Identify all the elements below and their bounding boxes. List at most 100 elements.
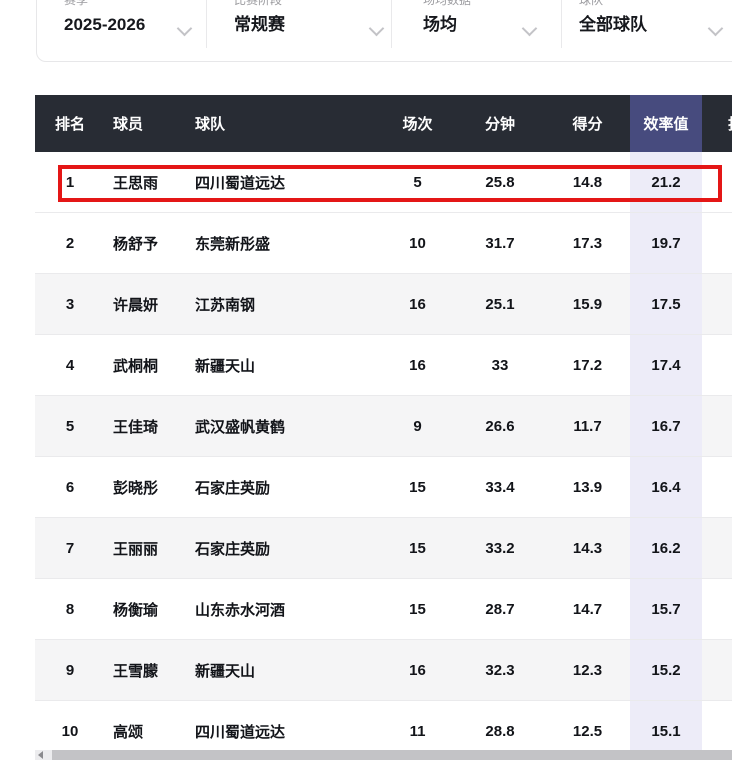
filter-divider bbox=[206, 0, 207, 48]
cell-efficiency: 16.2 bbox=[630, 517, 702, 579]
header-next-clipped[interactable]: 投篮 bbox=[702, 95, 732, 152]
cell-team: 四川蜀道远达 bbox=[190, 700, 380, 752]
table-row[interactable]: 8 杨衡瑜 山东赤水河酒 15 28.7 14.7 15.7 bbox=[35, 578, 732, 640]
stage-select[interactable]: 比赛阶段 常规赛 bbox=[234, 0, 385, 45]
cell-filler bbox=[702, 639, 732, 701]
header-minutes[interactable]: 分钟 bbox=[455, 95, 545, 152]
cell-rank: 6 bbox=[35, 456, 105, 518]
table-row[interactable]: 10 高颂 四川蜀道远达 11 28.8 12.5 15.1 bbox=[35, 700, 732, 752]
cell-points: 12.3 bbox=[545, 639, 630, 701]
cell-filler bbox=[702, 152, 732, 213]
cell-rank: 5 bbox=[35, 395, 105, 457]
cell-games: 11 bbox=[380, 700, 455, 752]
team-label: 球队 bbox=[579, 0, 604, 7]
cell-efficiency: 15.1 bbox=[630, 700, 702, 752]
cell-games: 10 bbox=[380, 212, 455, 274]
cell-rank: 8 bbox=[35, 578, 105, 640]
cell-filler bbox=[702, 395, 732, 457]
scroll-left-arrow-icon[interactable] bbox=[38, 751, 43, 759]
cell-filler bbox=[702, 700, 732, 752]
cell-points: 17.3 bbox=[545, 212, 630, 274]
table-row[interactable]: 5 王佳琦 武汉盛帆黄鹤 9 26.6 11.7 16.7 bbox=[35, 395, 732, 457]
cell-player: 王雪朦 bbox=[105, 639, 190, 701]
cell-minutes: 33.2 bbox=[455, 517, 545, 579]
cell-games: 16 bbox=[380, 639, 455, 701]
season-value: 2025-2026 bbox=[64, 15, 146, 34]
table-body: 1 王思雨 四川蜀道远达 5 25.8 14.8 21.2 2 杨舒予 东莞新彤盛 10 31.7 17… bbox=[35, 152, 732, 752]
header-games[interactable]: 场次 bbox=[380, 95, 455, 152]
cell-minutes: 25.8 bbox=[485, 173, 515, 191]
header-team[interactable]: 球队 bbox=[190, 95, 380, 152]
cell-efficiency: 16.7 bbox=[630, 395, 702, 457]
cell-points: 13.9 bbox=[545, 456, 630, 518]
player-stats-table: 排名 球员 球队 场次 分钟 得分 效率值 投篮 1王思雨四川蜀道远达525.8… bbox=[35, 95, 732, 752]
stat-mode-label: 场均数据 bbox=[423, 0, 472, 7]
cell-efficiency: 17.4 bbox=[630, 334, 702, 396]
cell-team: 新疆天山 bbox=[190, 334, 380, 396]
cell-games: 15 bbox=[380, 517, 455, 579]
cell-efficiency: 21.2 bbox=[630, 152, 702, 213]
cell-points: 12.5 bbox=[545, 700, 630, 752]
cell-minutes: 33 bbox=[455, 334, 545, 396]
cell-player: 高颂 bbox=[105, 700, 190, 752]
cell-efficiency: 15.2 bbox=[630, 639, 702, 701]
cell-player: 武桐桐 bbox=[105, 334, 190, 396]
filter-divider bbox=[561, 0, 562, 48]
horizontal-scrollbar[interactable] bbox=[35, 750, 732, 760]
season-select[interactable]: 赛季 2025-2026 bbox=[64, 0, 193, 45]
table-row[interactable]: 7 王丽丽 石家庄英励 15 33.2 14.3 16.2 bbox=[35, 517, 732, 579]
header-rank[interactable]: 排名 bbox=[35, 95, 105, 152]
header-efficiency[interactable]: 效率值 bbox=[630, 95, 702, 152]
cell-player: 杨衡瑜 bbox=[105, 578, 190, 640]
team-select[interactable]: 球队 全部球队 bbox=[579, 0, 724, 45]
cell-player: 王丽丽 bbox=[105, 517, 190, 579]
cell-filler bbox=[702, 456, 732, 518]
cell-efficiency: 19.7 bbox=[630, 212, 702, 274]
table-row[interactable]: 4 武桐桐 新疆天山 16 33 17.2 17.4 bbox=[35, 334, 732, 396]
team-value: 全部球队 bbox=[579, 15, 647, 34]
scrollbar-thumb[interactable] bbox=[52, 750, 732, 760]
table-row[interactable]: 2 杨舒予 东莞新彤盛 10 31.7 17.3 19.7 bbox=[35, 212, 732, 274]
cell-points: 14.7 bbox=[545, 578, 630, 640]
cell-efficiency: 16.4 bbox=[630, 456, 702, 518]
filter-divider bbox=[391, 0, 392, 48]
cell-team: 江苏南钢 bbox=[190, 273, 380, 335]
cell-rank: 10 bbox=[35, 700, 105, 752]
cell-points: 17.2 bbox=[545, 334, 630, 396]
table-row[interactable]: 1 王思雨 四川蜀道远达 5 25.8 14.8 21.2 bbox=[35, 152, 732, 213]
table-row[interactable]: 9 王雪朦 新疆天山 16 32.3 12.3 15.2 bbox=[35, 639, 732, 701]
cell-team: 山东赤水河酒 bbox=[190, 578, 380, 640]
cell-team: 四川蜀道远达 bbox=[195, 174, 286, 192]
cell-player: 王佳琦 bbox=[105, 395, 190, 457]
cell-games: 16 bbox=[380, 273, 455, 335]
table-row[interactable]: 3 许晨妍 江苏南钢 16 25.1 15.9 17.5 bbox=[35, 273, 732, 335]
cell-games: 5 bbox=[413, 173, 422, 191]
cell-rank: 4 bbox=[35, 334, 105, 396]
cell-player: 王思雨 bbox=[113, 174, 159, 192]
table-row[interactable]: 6 彭晓彤 石家庄英励 15 33.4 13.9 16.4 bbox=[35, 456, 732, 518]
cell-minutes: 32.3 bbox=[455, 639, 545, 701]
stage-value: 常规赛 bbox=[234, 15, 285, 34]
cell-team: 石家庄英励 bbox=[190, 517, 380, 579]
cell-player: 杨舒予 bbox=[105, 212, 190, 274]
header-player[interactable]: 球员 bbox=[105, 95, 190, 152]
cell-filler bbox=[702, 334, 732, 396]
cell-games: 15 bbox=[380, 578, 455, 640]
cell-team: 东莞新彤盛 bbox=[190, 212, 380, 274]
cell-points: 14.3 bbox=[545, 517, 630, 579]
table-header-row: 排名 球员 球队 场次 分钟 得分 效率值 投篮 bbox=[35, 95, 732, 152]
cell-efficiency: 17.5 bbox=[630, 273, 702, 335]
header-points[interactable]: 得分 bbox=[545, 95, 630, 152]
filter-panel: 赛季 2025-2026 比赛阶段 常规赛 场均数据 场均 球队 全部球队 bbox=[36, 0, 732, 62]
cell-team: 新疆天山 bbox=[190, 639, 380, 701]
cell-points: 15.9 bbox=[545, 273, 630, 335]
cell-efficiency: 15.7 bbox=[630, 578, 702, 640]
stat-mode-select[interactable]: 场均数据 场均 bbox=[423, 0, 538, 45]
cell-minutes: 25.1 bbox=[455, 273, 545, 335]
cell-minutes: 28.8 bbox=[455, 700, 545, 752]
stage-label: 比赛阶段 bbox=[234, 0, 283, 7]
cell-filler bbox=[702, 273, 732, 335]
stat-mode-value: 场均 bbox=[423, 15, 457, 34]
cell-games: 15 bbox=[380, 456, 455, 518]
cell-filler bbox=[702, 517, 732, 579]
